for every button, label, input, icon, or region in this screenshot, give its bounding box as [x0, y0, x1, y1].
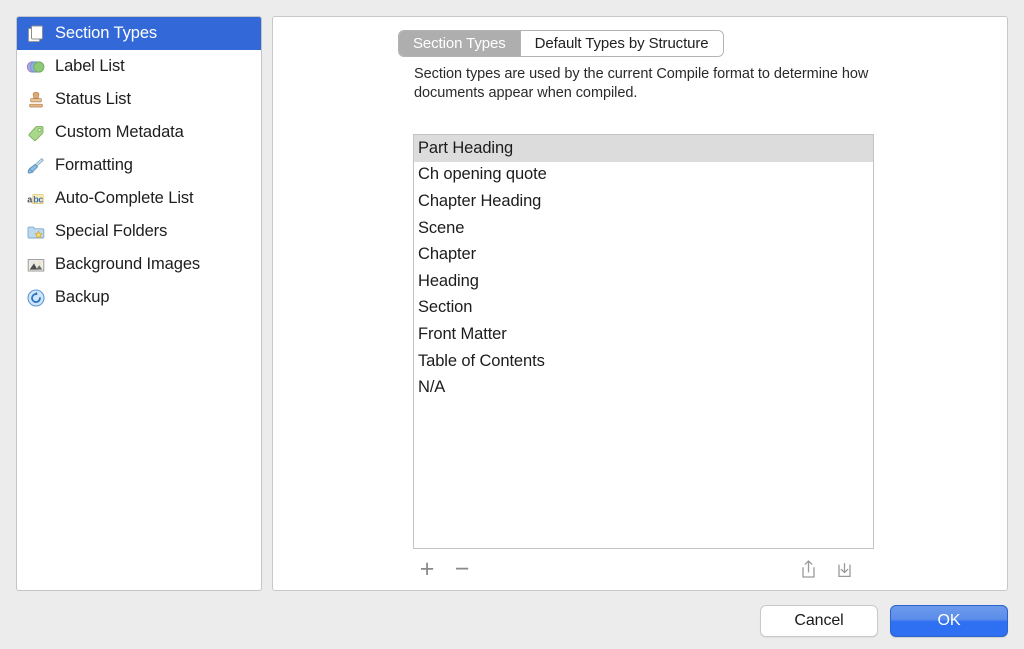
list-item-label: Chapter Heading — [418, 191, 542, 210]
list-item-label: Chapter — [418, 245, 477, 264]
settings-content-panel: Section Types Default Types by Structure… — [272, 16, 1008, 591]
list-item[interactable]: Chapter Heading — [414, 188, 873, 215]
dialog-button-bar: Cancel OK — [760, 605, 1008, 637]
sidebar-item-section-types[interactable]: Section Types — [17, 17, 261, 50]
paintbrush-icon — [25, 155, 47, 177]
section-types-list[interactable]: Part Heading Ch opening quote Chapter He… — [413, 134, 874, 549]
list-item[interactable]: Heading — [414, 268, 873, 295]
list-item-label: Scene — [418, 218, 465, 237]
export-share-icon — [799, 559, 818, 579]
tab-default-types-by-structure[interactable]: Default Types by Structure — [519, 31, 723, 56]
export-button[interactable] — [794, 555, 822, 583]
ok-button[interactable]: OK — [890, 605, 1008, 637]
sidebar-item-special-folders[interactable]: Special Folders — [17, 215, 261, 248]
list-item-label: N/A — [418, 378, 446, 397]
settings-sidebar: Section Types Label List Status List Cus… — [16, 16, 262, 591]
list-item-label: Ch opening quote — [418, 165, 547, 184]
list-item-label: Table of Contents — [418, 351, 545, 370]
cancel-button[interactable]: Cancel — [760, 605, 878, 637]
list-item-label: Heading — [418, 271, 479, 290]
add-section-type-button[interactable]: + — [413, 555, 441, 583]
sidebar-item-label: Section Types — [55, 24, 158, 42]
tab-label: Section Types — [413, 35, 506, 52]
color-circles-icon — [25, 56, 47, 78]
list-item[interactable]: Table of Contents — [414, 348, 873, 375]
list-toolbar: + − — [413, 555, 874, 585]
import-button[interactable] — [830, 555, 858, 583]
sidebar-item-backup[interactable]: Backup — [17, 281, 261, 314]
sidebar-item-label: Status List — [55, 90, 131, 108]
sidebar-item-label: Background Images — [55, 255, 201, 273]
sidebar-item-custom-metadata[interactable]: Custom Metadata — [17, 116, 261, 149]
list-item-label: Front Matter — [418, 324, 507, 343]
svg-text:c: c — [38, 194, 43, 204]
tab-label: Default Types by Structure — [534, 35, 709, 52]
list-item[interactable]: Front Matter — [414, 321, 873, 348]
list-item[interactable]: N/A — [414, 374, 873, 401]
abc-icon: a b c — [25, 188, 47, 210]
sidebar-item-label-list[interactable]: Label List — [17, 50, 261, 83]
folder-star-icon — [25, 221, 47, 243]
sidebar-item-label: Formatting — [55, 156, 133, 174]
list-item[interactable]: Chapter — [414, 241, 873, 268]
list-item[interactable]: Ch opening quote — [414, 162, 873, 189]
cancel-button-label: Cancel — [794, 612, 844, 629]
sidebar-item-background-images[interactable]: Background Images — [17, 248, 261, 281]
list-item[interactable]: Section — [414, 295, 873, 322]
sidebar-item-label: Label List — [55, 57, 125, 75]
description-text: Section types are used by the current Co… — [414, 66, 869, 101]
sidebar-item-label: Auto-Complete List — [55, 189, 194, 207]
rubber-stamp-icon — [25, 89, 47, 111]
minus-icon: − — [454, 554, 470, 583]
sidebar-item-formatting[interactable]: Formatting — [17, 149, 261, 182]
sidebar-item-label: Special Folders — [55, 222, 168, 240]
sidebar-item-auto-complete-list[interactable]: a b c Auto-Complete List — [17, 182, 261, 215]
list-item-label: Part Heading — [418, 138, 514, 157]
list-item-label: Section — [418, 298, 473, 317]
green-tag-icon — [25, 122, 47, 144]
plus-icon: + — [419, 554, 435, 583]
picture-icon — [25, 254, 47, 276]
import-download-icon — [835, 559, 854, 579]
documents-icon — [25, 23, 47, 45]
sidebar-item-status-list[interactable]: Status List — [17, 83, 261, 116]
segmented-tab-control: Section Types Default Types by Structure — [399, 31, 723, 56]
ok-button-label: OK — [937, 612, 961, 629]
sidebar-item-label: Custom Metadata — [55, 123, 184, 141]
backup-circle-icon — [25, 287, 47, 309]
list-item[interactable]: Part Heading — [414, 135, 873, 162]
list-item[interactable]: Scene — [414, 215, 873, 242]
remove-section-type-button[interactable]: − — [448, 555, 476, 583]
tab-section-types[interactable]: Section Types — [399, 31, 520, 56]
sidebar-item-label: Backup — [55, 288, 110, 306]
